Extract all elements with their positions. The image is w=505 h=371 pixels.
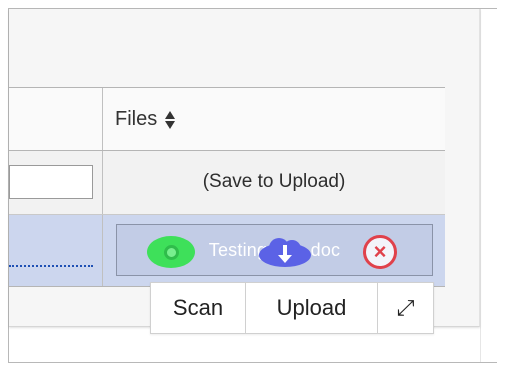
table-row-selected[interactable]: Testing files.doc × [9,215,445,287]
files-header-label: Files [115,107,158,130]
save-to-upload-text: (Save to Upload) [202,171,346,192]
table-input-row: (Save to Upload) [9,151,445,215]
sort-icon[interactable] [165,111,176,129]
table-header-row: Files [9,87,445,151]
right-scroll-gutter [480,9,497,362]
cloud-upload-icon[interactable] [257,236,313,268]
column-divider [102,88,103,150]
sort-descending-icon [165,121,176,129]
files-column-header[interactable]: Files [115,88,176,150]
column-divider [102,215,103,286]
scan-icon[interactable] [147,236,195,268]
expand-icon[interactable]: ⤢ [378,283,433,333]
dotted-link[interactable] [9,265,93,267]
scan-button[interactable]: Scan [151,283,246,333]
scan-icon-inner [163,244,179,260]
sort-ascending-icon [165,111,176,119]
cancel-icon[interactable]: × [363,235,397,269]
text-input-field[interactable] [9,165,93,199]
file-action-bar: Scan Upload ⤢ [150,282,434,334]
upload-button[interactable]: Upload [246,283,378,333]
file-attachment-box[interactable]: Testing files.doc × [116,224,433,276]
